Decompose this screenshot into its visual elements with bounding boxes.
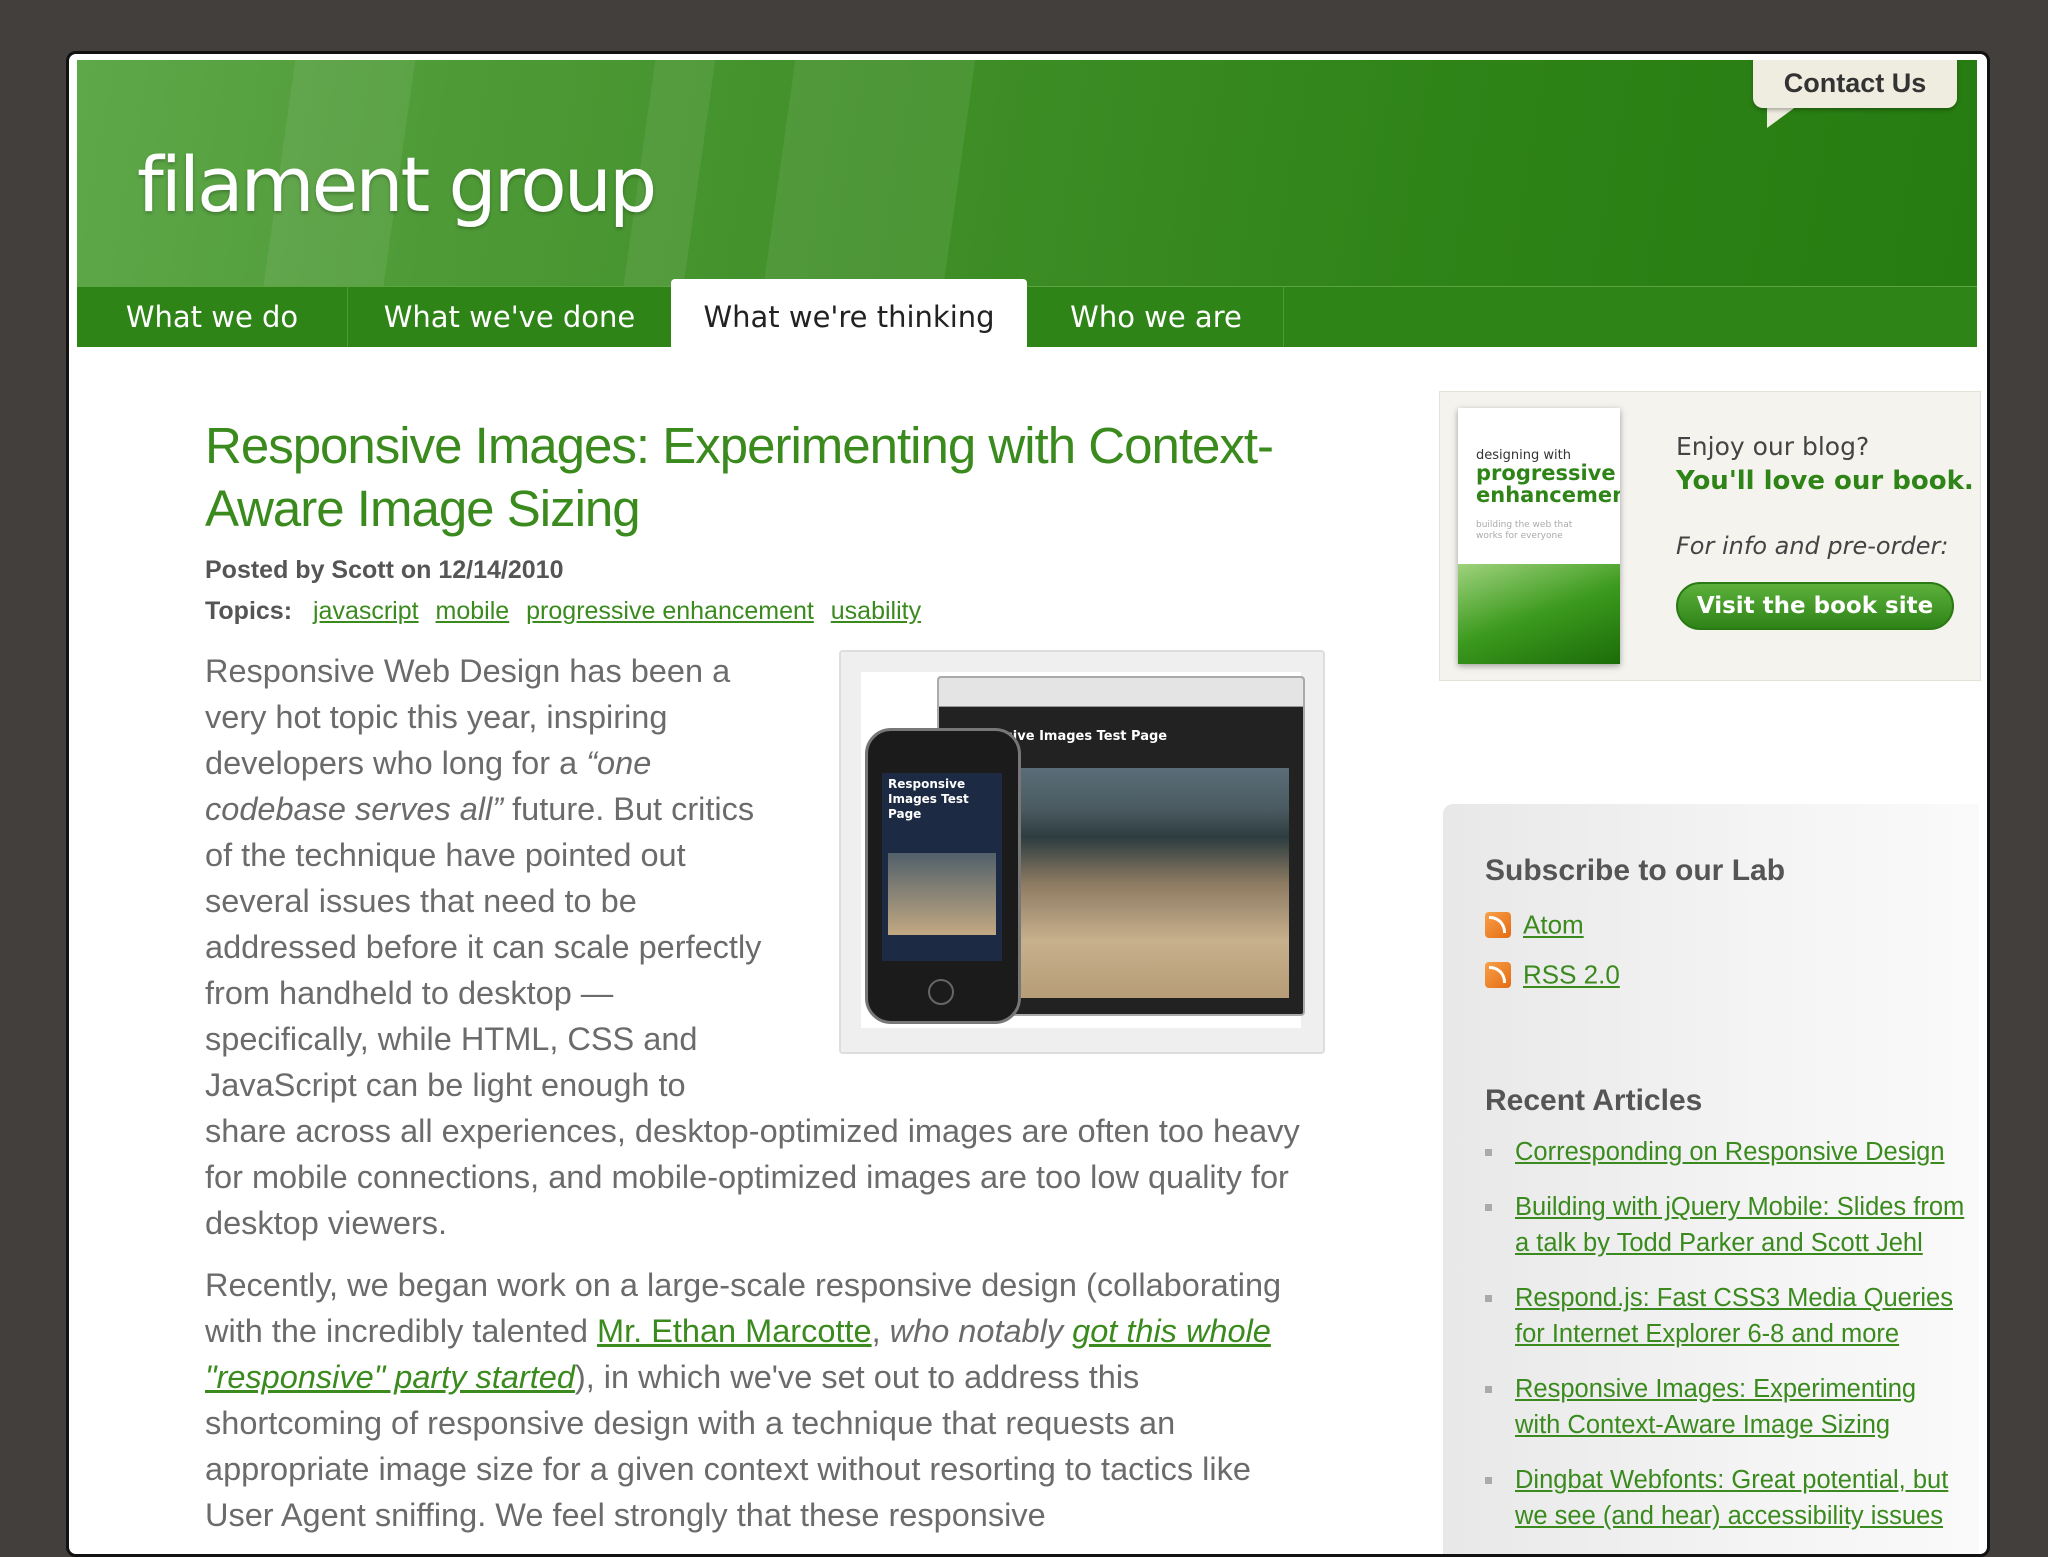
tab-what-weve-done[interactable]: What we've done — [348, 287, 672, 347]
site-logo[interactable]: filament group — [137, 140, 657, 229]
book-promo: designing with progressive enhancement b… — [1439, 391, 1981, 681]
topic-link-javascript[interactable]: javascript — [313, 597, 419, 625]
recent-article-link[interactable]: Corresponding on Responsive Design — [1515, 1138, 1945, 1166]
atom-feed-link[interactable]: Atom — [1523, 910, 1584, 940]
phone-screen: Responsive Images Test Page — [882, 773, 1002, 961]
topics-label: Topics: — [205, 597, 293, 625]
browser-toolbar — [939, 678, 1303, 707]
rss-feed-link[interactable]: RSS 2.0 — [1523, 960, 1620, 990]
recent-article-link[interactable]: Respond.js: Fast CSS3 Media Queries for … — [1515, 1284, 1953, 1348]
recent-articles-list: Corresponding on Responsive Design Build… — [1485, 1134, 1965, 1553]
promo-preorder-text: For info and pre-order: — [1676, 532, 1949, 560]
book-cover[interactable]: designing with progressive enhancement b… — [1458, 408, 1620, 664]
contact-bubble-tail — [1767, 106, 1797, 128]
book-cover-title: progressive enhancement — [1476, 461, 1620, 507]
article: Responsive Images: Experimenting with Co… — [205, 414, 1325, 1554]
sidebar: Subscribe to our Lab Atom RSS 2.0 Recent… — [1443, 804, 1979, 1554]
topic-link-mobile[interactable]: mobile — [436, 597, 510, 625]
tab-who-we-are[interactable]: Who we are — [1029, 287, 1284, 347]
recent-articles-heading: Recent Articles — [1485, 1084, 1703, 1117]
recent-article-link[interactable]: Responsive Images: Experimenting with Co… — [1515, 1375, 1916, 1439]
article-byline: Posted by Scott on 12/14/2010 — [205, 556, 564, 584]
book-cover-subtitle: building the web that works for everyone — [1476, 520, 1573, 541]
list-item: Respond.js: Fast CSS3 Media Queries for … — [1485, 1280, 1965, 1352]
page-frame: filament group Contact Us What we do Wha… — [66, 51, 1990, 1557]
p2-text-b: , — [871, 1313, 890, 1349]
article-title: Responsive Images: Experimenting with Co… — [205, 417, 1274, 537]
rss-icon — [1485, 912, 1511, 939]
tab-what-were-thinking[interactable]: What we're thinking — [671, 279, 1027, 347]
p1-text-a: Responsive Web Design has been a very ho… — [205, 653, 731, 781]
tab-what-we-do[interactable]: What we do — [77, 287, 348, 347]
promo-enjoy-text: Enjoy our blog? — [1676, 432, 1870, 461]
beach-photo — [1009, 768, 1289, 998]
book-cover-art — [1458, 564, 1620, 664]
list-item: Corresponding on Responsive Design — [1485, 1134, 1965, 1170]
rss-icon — [1485, 962, 1511, 989]
phone-home-button — [928, 979, 954, 1005]
topic-link-progressive-enhancement[interactable]: progressive enhancement — [526, 597, 814, 625]
feed-atom: Atom — [1485, 908, 1584, 941]
ethan-marcotte-link[interactable]: Mr. Ethan Marcotte — [597, 1313, 872, 1349]
list-item: Dingbat Webfonts: Great potential, but w… — [1485, 1462, 1965, 1534]
article-body: Responsive Images Test Page Responsive I… — [205, 648, 1325, 1538]
figure-screenshot: Responsive Images Test Page Responsive I… — [861, 672, 1305, 1028]
p2-emphasis: who notably — [889, 1313, 1073, 1349]
recent-article-link[interactable]: Dingbat Webfonts: Great potential, but w… — [1515, 1466, 1948, 1530]
main-nav: What we do What we've done What we're th… — [77, 279, 1977, 347]
phone-beach-photo — [888, 853, 996, 935]
article-figure: Responsive Images Test Page Responsive I… — [839, 650, 1325, 1054]
list-item: Responsive Images: Experimenting with Co… — [1485, 1371, 1965, 1443]
paragraph-2: Recently, we began work on a large-scale… — [205, 1262, 1325, 1538]
feed-rss: RSS 2.0 — [1485, 958, 1620, 991]
phone-page-title: Responsive Images Test Page — [888, 777, 969, 821]
contact-us-button[interactable]: Contact Us — [1753, 60, 1957, 108]
promo-love-text: You'll love our book. — [1676, 466, 1974, 496]
recent-article-link[interactable]: Building with jQuery Mobile: Slides from… — [1515, 1193, 1964, 1257]
subscribe-heading: Subscribe to our Lab — [1485, 854, 1786, 887]
article-topics: Topics: javascript mobile progressive en… — [205, 597, 1325, 626]
list-item: Building with jQuery Mobile: Slides from… — [1485, 1189, 1965, 1261]
visit-book-site-button[interactable]: Visit the book site — [1676, 582, 1954, 630]
phone-mockup: Responsive Images Test Page — [865, 728, 1021, 1024]
topic-link-usability[interactable]: usability — [831, 597, 921, 625]
